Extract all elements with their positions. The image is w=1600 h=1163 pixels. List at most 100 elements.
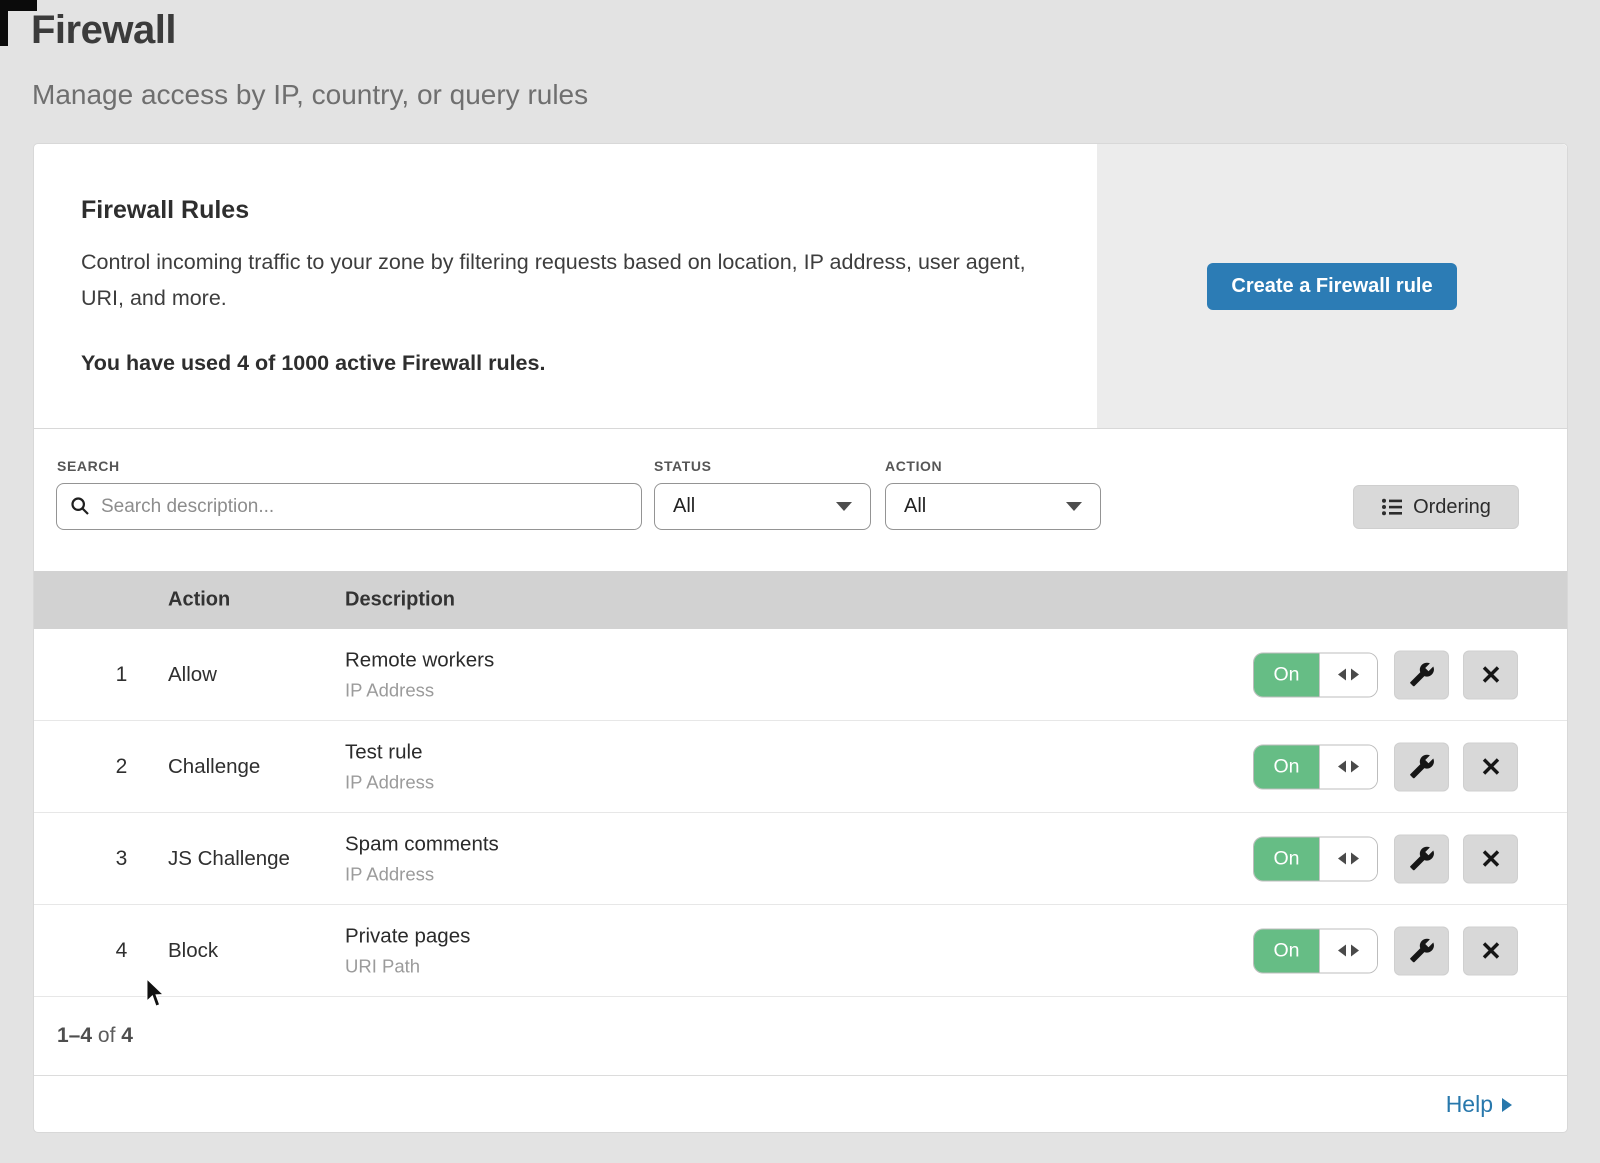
edit-rule-button[interactable] — [1394, 742, 1449, 791]
table-header: Action Description — [34, 571, 1567, 629]
rule-priority: 4 — [94, 939, 149, 963]
search-icon — [70, 496, 90, 516]
ordering-button[interactable]: Ordering — [1353, 485, 1519, 529]
rule-enabled-toggle[interactable]: On — [1253, 836, 1378, 881]
toggle-handle[interactable] — [1319, 653, 1377, 696]
delete-rule-button[interactable] — [1463, 926, 1518, 975]
chevron-down-icon — [1066, 502, 1082, 511]
toggle-arrows-icon — [1338, 669, 1346, 681]
help-bar: Help — [34, 1075, 1567, 1133]
rule-description-cell: Remote workers IP Address — [345, 648, 494, 701]
column-header-action: Action — [168, 589, 230, 612]
firewall-rules-overview-card: Firewall Rules Control incoming traffic … — [33, 143, 1568, 428]
chevron-down-icon — [836, 502, 852, 511]
toggle-on-label: On — [1254, 653, 1319, 696]
rule-action: Block — [168, 939, 218, 963]
rule-action: Challenge — [168, 755, 260, 779]
rule-description-cell: Private pages URI Path — [345, 924, 470, 977]
x-icon — [1480, 940, 1502, 962]
help-arrow-icon — [1502, 1098, 1512, 1112]
delete-rule-button[interactable] — [1463, 834, 1518, 883]
wrench-icon — [1409, 662, 1435, 688]
screen-corner-artifact — [0, 0, 8, 46]
search-input[interactable] — [56, 483, 642, 530]
page-title: Firewall — [31, 8, 176, 53]
toggle-arrows-icon — [1351, 761, 1359, 773]
x-icon — [1480, 848, 1502, 870]
page-subtitle: Manage access by IP, country, or query r… — [32, 79, 588, 111]
toggle-handle[interactable] — [1319, 929, 1377, 972]
filter-bar: SEARCH STATUS All ACTION All — [34, 429, 1567, 571]
rule-priority: 2 — [94, 755, 149, 779]
toggle-on-label: On — [1254, 745, 1319, 788]
rule-match-field: IP Address — [345, 679, 494, 701]
edit-rule-button[interactable] — [1394, 834, 1449, 883]
rule-priority: 3 — [94, 847, 149, 871]
usage-summary: You have used 4 of 1000 active Firewall … — [81, 351, 545, 376]
rule-enabled-toggle[interactable]: On — [1253, 652, 1378, 697]
action-select[interactable]: All — [885, 483, 1101, 530]
card-title: Firewall Rules — [81, 196, 249, 225]
rule-priority: 1 — [94, 663, 149, 687]
rule-match-field: URI Path — [345, 955, 470, 977]
x-icon — [1480, 756, 1502, 778]
search-label: SEARCH — [57, 458, 120, 474]
status-select-value: All — [673, 495, 695, 518]
rule-action: JS Challenge — [168, 847, 290, 871]
rule-description: Spam comments — [345, 832, 499, 856]
toggle-on-label: On — [1254, 929, 1319, 972]
help-link[interactable]: Help — [1446, 1091, 1512, 1118]
pagination-of: of — [98, 1024, 121, 1047]
rule-controls: On — [1253, 650, 1518, 699]
create-rule-panel: Create a Firewall rule — [1097, 144, 1567, 428]
ordering-button-label: Ordering — [1413, 496, 1491, 519]
toggle-arrows-icon — [1338, 853, 1346, 865]
rule-action: Allow — [168, 663, 217, 687]
wrench-icon — [1409, 754, 1435, 780]
pagination-range: 1–4 — [57, 1024, 92, 1047]
pagination-total: 4 — [121, 1024, 133, 1047]
card-description: Control incoming traffic to your zone by… — [81, 244, 1036, 316]
rule-description-cell: Test rule IP Address — [345, 740, 434, 793]
rule-controls: On — [1253, 834, 1518, 883]
mouse-cursor — [141, 977, 169, 1014]
search-field-wrap — [56, 483, 642, 530]
toggle-arrows-icon — [1351, 669, 1359, 681]
toggle-handle[interactable] — [1319, 837, 1377, 880]
rule-enabled-toggle[interactable]: On — [1253, 928, 1378, 973]
pagination-bar: 1–4 of 4 — [34, 997, 1567, 1075]
rule-description: Private pages — [345, 924, 470, 948]
firewall-rules-list-card: SEARCH STATUS All ACTION All — [33, 428, 1568, 1133]
x-icon — [1480, 664, 1502, 686]
table-row: 3 JS Challenge Spam comments IP Address … — [34, 813, 1567, 905]
rule-controls: On — [1253, 926, 1518, 975]
toggle-arrows-icon — [1351, 853, 1359, 865]
wrench-icon — [1409, 846, 1435, 872]
wrench-icon — [1409, 938, 1435, 964]
rules-table-body: 1 Allow Remote workers IP Address On — [34, 629, 1567, 997]
delete-rule-button[interactable] — [1463, 742, 1518, 791]
rule-description: Test rule — [345, 740, 434, 764]
toggle-arrows-icon — [1338, 761, 1346, 773]
rule-controls: On — [1253, 742, 1518, 791]
create-firewall-rule-button[interactable]: Create a Firewall rule — [1207, 263, 1456, 310]
rule-match-field: IP Address — [345, 771, 434, 793]
toggle-arrows-icon — [1351, 945, 1359, 957]
status-label: STATUS — [654, 458, 712, 474]
rule-match-field: IP Address — [345, 863, 499, 885]
toggle-handle[interactable] — [1319, 745, 1377, 788]
rule-enabled-toggle[interactable]: On — [1253, 744, 1378, 789]
pagination-text: 1–4 of 4 — [57, 1024, 133, 1048]
rule-description: Remote workers — [345, 648, 494, 672]
rule-description-cell: Spam comments IP Address — [345, 832, 499, 885]
edit-rule-button[interactable] — [1394, 926, 1449, 975]
status-select[interactable]: All — [654, 483, 871, 530]
table-row: 4 Block Private pages URI Path On — [34, 905, 1567, 997]
ordering-list-icon — [1381, 497, 1403, 517]
toggle-on-label: On — [1254, 837, 1319, 880]
toggle-arrows-icon — [1338, 945, 1346, 957]
edit-rule-button[interactable] — [1394, 650, 1449, 699]
action-label: ACTION — [885, 458, 942, 474]
delete-rule-button[interactable] — [1463, 650, 1518, 699]
help-link-label: Help — [1446, 1091, 1493, 1118]
